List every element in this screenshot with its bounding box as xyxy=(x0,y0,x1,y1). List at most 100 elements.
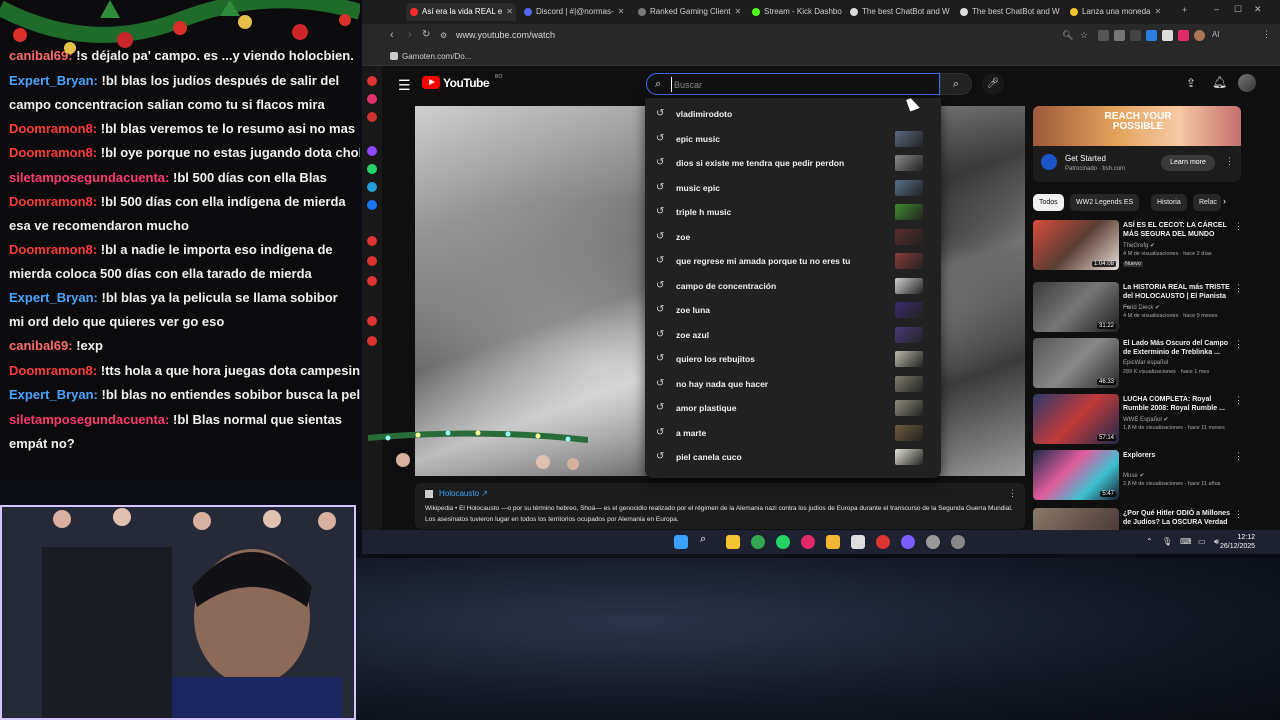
suggestion-item[interactable]: ↺ que regrese mi amada porque tu no eres … xyxy=(645,249,941,274)
more-options-icon[interactable]: ⋮ xyxy=(1234,509,1243,520)
whatsapp-icon[interactable] xyxy=(367,164,377,174)
recommended-video[interactable]: 31:22 La HISTORIA REAL más TRISTE del HOL… xyxy=(1033,282,1243,336)
chat-username[interactable]: canibal69: xyxy=(9,338,73,353)
youtube-wordmark[interactable]: YouTube xyxy=(443,76,490,90)
suggestion-item[interactable]: ↺ no hay nada que hacer xyxy=(645,372,941,397)
browser-tab[interactable]: Ranked Gaming Client ✕ xyxy=(634,3,744,21)
reload-icon[interactable]: ↻ xyxy=(422,29,430,40)
suggestion-item[interactable]: ↺ quiero los rebujitos xyxy=(645,347,941,372)
extension-icon[interactable] xyxy=(1130,30,1141,41)
extension-icon[interactable] xyxy=(1098,30,1109,41)
twitch-icon[interactable] xyxy=(367,146,377,156)
browser-tab[interactable]: Lanza una moneda ✕ xyxy=(1066,3,1166,21)
video-thumbnail[interactable]: 46:33 xyxy=(1033,338,1119,388)
ad-banner[interactable]: REACH YOUR POSSIBLE xyxy=(1033,106,1241,146)
voice-search-icon[interactable]: 🎤︎ xyxy=(982,73,1004,95)
chat-username[interactable]: Expert_Bryan: xyxy=(9,73,98,88)
browser-tab[interactable]: Así era la vida REAL e ✕ xyxy=(406,3,516,21)
sidebar-app-icon[interactable] xyxy=(367,316,377,326)
whatsapp-icon[interactable] xyxy=(776,535,790,549)
extension-icon[interactable] xyxy=(1146,30,1157,41)
tab-close-icon[interactable]: ✕ xyxy=(506,7,513,16)
instagram-icon[interactable] xyxy=(367,94,377,104)
profile-icon[interactable] xyxy=(1194,30,1205,41)
menu-icon[interactable]: ☰ xyxy=(398,77,411,94)
chat-username[interactable]: canibal69: xyxy=(9,48,73,63)
suggestion-item[interactable]: ↺ campo de concentración xyxy=(645,274,941,299)
recommended-video[interactable]: 1:04:08 ASÍ ES EL CECOT: LA CÁRCEL MÁS SE… xyxy=(1033,220,1243,274)
sidebar-app-icon[interactable] xyxy=(367,200,377,210)
suggestion-item[interactable]: ↺ triple h music xyxy=(645,200,941,225)
channel-name[interactable]: TheGrefg ✔ xyxy=(1123,242,1155,249)
chat-username[interactable]: Expert_Bryan: xyxy=(9,387,98,402)
keyboard-icon[interactable]: ⌨ xyxy=(1180,537,1192,546)
close-window-icon[interactable]: ✕ xyxy=(1254,4,1262,15)
taskbar-clock[interactable]: 12:12 26/12/2025 xyxy=(1220,533,1255,551)
suggestion-item[interactable]: ↺ zoe azul xyxy=(645,323,941,348)
suggestion-item[interactable]: ↺ dios si existe me tendra que pedir perd… xyxy=(645,151,941,176)
chat-username[interactable]: Doomramon8: xyxy=(9,194,97,209)
chip-relacionado[interactable]: Relac xyxy=(1193,194,1221,211)
chip-ww2-legends[interactable]: WW2 Legends ES xyxy=(1070,194,1140,211)
channel-name[interactable]: EpicWar español xyxy=(1123,360,1168,366)
more-options-icon[interactable]: ⋮ xyxy=(1234,339,1243,350)
chat-username[interactable]: Doomramon8: xyxy=(9,363,97,378)
info-panel-title[interactable]: Holocausto ↗ xyxy=(425,489,1015,498)
forward-icon[interactable]: › xyxy=(408,29,412,41)
more-options-icon[interactable]: ⋮ xyxy=(1234,283,1243,294)
more-options-icon[interactable]: ⋮ xyxy=(1234,451,1243,462)
channel-name[interactable]: Farid Dieck ✔ xyxy=(1123,304,1160,311)
browser-tab[interactable]: Discord | #|@normas- ✕ xyxy=(520,3,630,21)
recommended-video[interactable]: 57:14 LUCHA COMPLETA: Royal Rumble 2008: … xyxy=(1033,394,1243,448)
tab-close-icon[interactable]: ✕ xyxy=(618,7,625,16)
more-options-icon[interactable]: ⋮ xyxy=(1234,221,1243,232)
windows-start-icon[interactable] xyxy=(674,535,688,549)
video-thumbnail[interactable]: 5:47 xyxy=(1033,450,1119,500)
browser-tab[interactable]: The best ChatBot and W✕ xyxy=(956,3,1062,21)
browser-tab[interactable]: Stream - Kick Dashboard✕ xyxy=(748,3,842,21)
chat-username[interactable]: siletamposegundacuenta: xyxy=(9,412,169,427)
opera-icon[interactable] xyxy=(801,535,815,549)
suggestion-item[interactable]: ↺ zoe xyxy=(645,225,941,250)
suggestion-item[interactable]: ↺ a marte xyxy=(645,421,941,446)
url-field[interactable]: www.youtube.com/watch xyxy=(456,30,555,40)
more-menu-icon[interactable]: ⋮ xyxy=(1262,29,1271,40)
search-icon[interactable]: ⌕ xyxy=(700,533,714,547)
microphone-icon[interactable]: 🎙︎ xyxy=(1162,537,1172,546)
telegram-icon[interactable] xyxy=(367,182,377,192)
tab-close-icon[interactable]: ✕ xyxy=(734,7,741,16)
ai-button[interactable]: AI xyxy=(1212,30,1220,39)
network-icon[interactable]: ▭ xyxy=(1198,537,1206,546)
volume-icon[interactable]: 🔊︎ xyxy=(1214,537,1219,547)
youtube-logo-icon[interactable] xyxy=(422,76,440,89)
ad-title[interactable]: Get Started xyxy=(1065,154,1106,163)
suggestion-item[interactable]: ↺ amor plastique xyxy=(645,396,941,421)
upload-icon[interactable]: ⇪ xyxy=(1186,76,1196,90)
channel-name[interactable]: WWE Español ✔ xyxy=(1123,416,1168,423)
search-button[interactable]: ⌕ xyxy=(940,73,972,95)
chrome-icon[interactable] xyxy=(751,535,765,549)
suggestion-item[interactable]: ↺ zoe luna xyxy=(645,298,941,323)
file-explorer-icon[interactable] xyxy=(826,535,840,549)
recommended-video[interactable]: 46:33 El Lado Más Oscuro del Campo de Ext… xyxy=(1033,338,1243,392)
suggestion-item[interactable]: ↺ piel canela cuco xyxy=(645,445,941,470)
learn-more-button[interactable]: Learn more xyxy=(1161,155,1215,171)
channel-name[interactable]: Muse ✔ xyxy=(1123,472,1144,479)
suggestion-item[interactable]: ↺ epic music xyxy=(645,127,941,152)
tab-close-icon[interactable]: ✕ xyxy=(1155,7,1162,16)
chevron-right-icon[interactable]: › xyxy=(1223,196,1226,206)
maximize-icon[interactable]: ☐ xyxy=(1234,4,1242,15)
tray-chevron-icon[interactable]: ⌃ xyxy=(1146,537,1153,546)
chat-username[interactable]: Expert_Bryan: xyxy=(9,290,98,305)
obs-icon[interactable] xyxy=(951,535,965,549)
download-icon[interactable] xyxy=(367,276,377,286)
more-options-icon[interactable]: ⋮ xyxy=(1008,488,1017,499)
avatar[interactable] xyxy=(1238,74,1256,92)
notes-app-icon[interactable] xyxy=(726,535,740,549)
video-thumbnail[interactable]: 1:04:08 xyxy=(1033,220,1119,270)
zoom-icon[interactable]: 🔍︎ xyxy=(1062,30,1073,41)
bookmark-item[interactable]: Gamoten.com/Do... xyxy=(402,52,471,61)
chat-username[interactable]: siletamposegundacuenta: xyxy=(9,170,169,185)
new-tab-button[interactable]: + xyxy=(1182,5,1187,15)
sidebar-app-icon[interactable] xyxy=(367,76,377,86)
